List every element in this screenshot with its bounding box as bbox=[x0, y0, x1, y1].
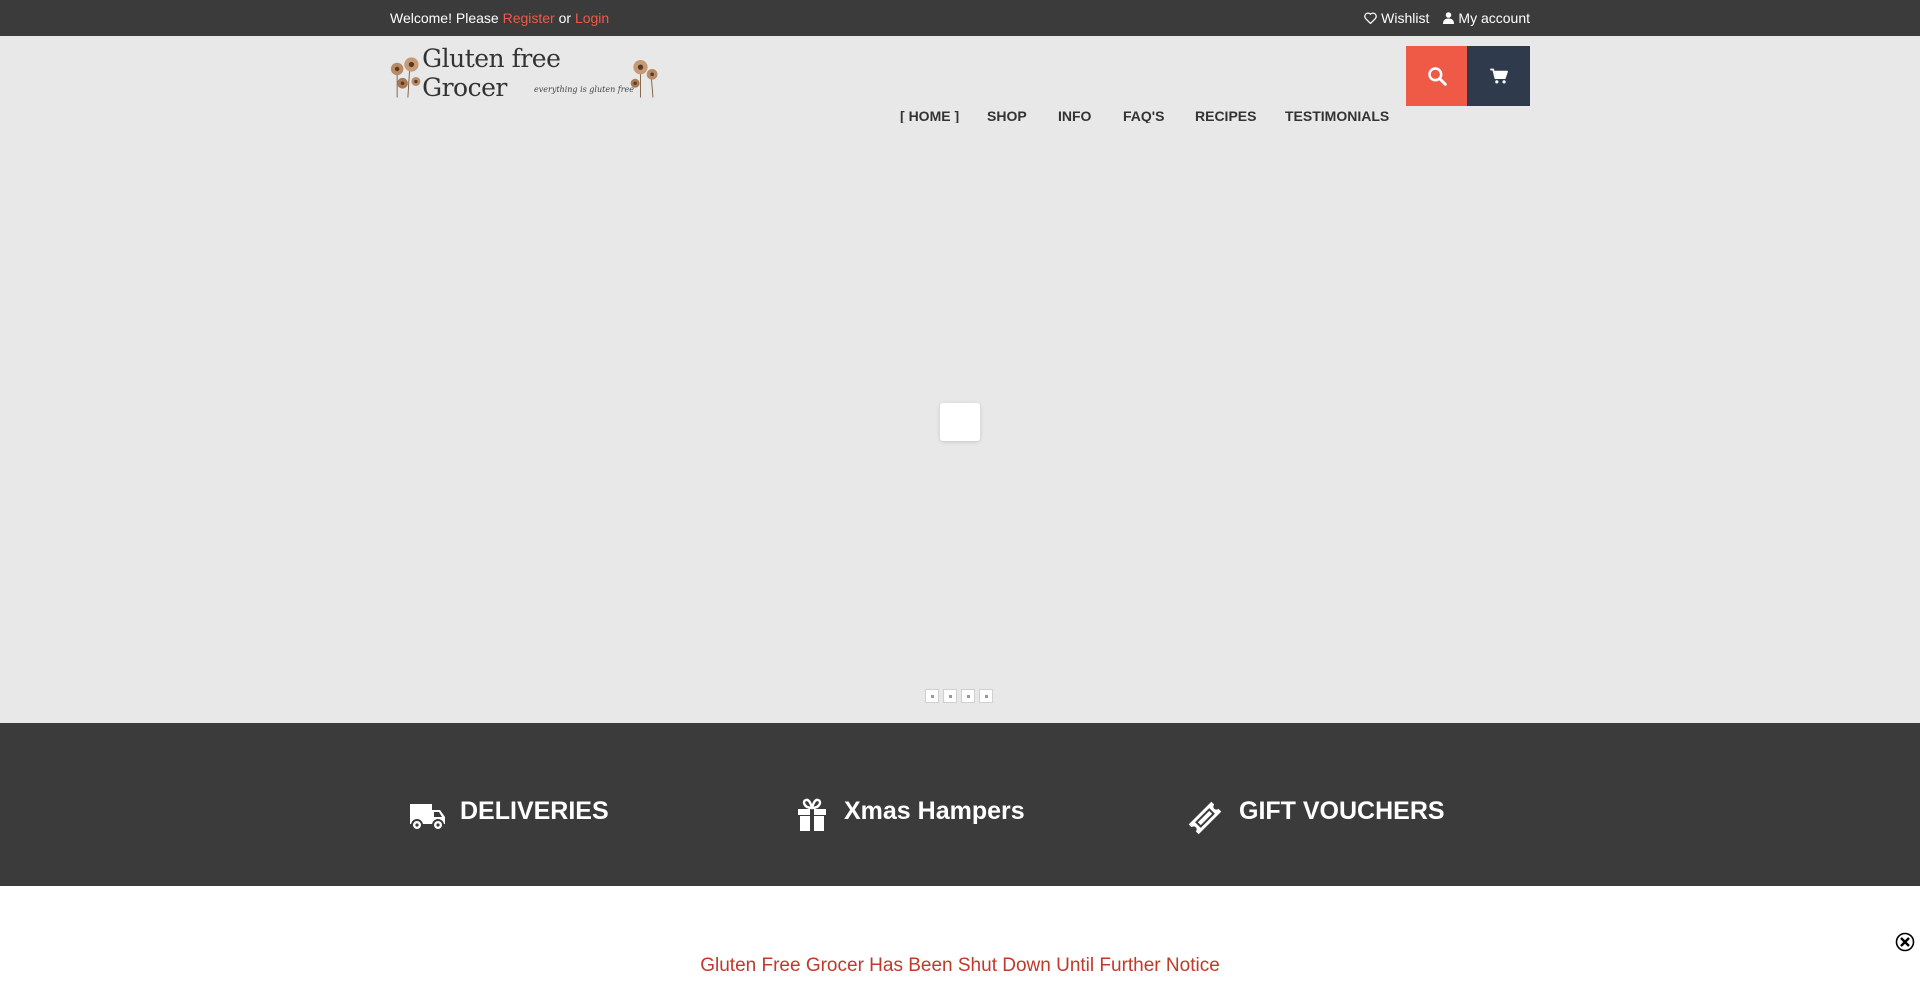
slider-dot-4[interactable] bbox=[979, 689, 993, 703]
nav-recipes[interactable]: RECIPES bbox=[1195, 108, 1256, 124]
top-bar: Welcome! Please Register or Login Wishli… bbox=[0, 0, 1920, 36]
wishlist-label: Wishlist bbox=[1381, 10, 1430, 26]
shutdown-notice: Gluten Free Grocer Has Been Shut Down Un… bbox=[700, 955, 1220, 976]
logo-tagline: everything is gluten free bbox=[534, 85, 635, 94]
welcome-prefix: Welcome! Please bbox=[390, 10, 499, 26]
register-link[interactable]: Register bbox=[503, 10, 555, 26]
nav-testimonials[interactable]: TESTIMONIALS bbox=[1285, 108, 1389, 124]
truck-icon bbox=[410, 804, 445, 831]
slider-dot-1[interactable] bbox=[925, 689, 939, 703]
user-icon bbox=[1443, 12, 1455, 24]
cart-button[interactable] bbox=[1467, 46, 1530, 106]
or-text: or bbox=[558, 10, 572, 26]
site-logo[interactable]: Gluten free Grocer everything is gluten … bbox=[390, 44, 660, 102]
search-button[interactable] bbox=[1406, 46, 1467, 106]
nav-home[interactable]: HOME bbox=[900, 108, 959, 124]
site-header: Gluten free Grocer everything is gluten … bbox=[0, 36, 1920, 124]
feature-gift-vouchers[interactable]: GIFT VOUCHERS bbox=[1185, 797, 1445, 838]
ticket-icon bbox=[1188, 801, 1222, 835]
login-link[interactable]: Login bbox=[575, 10, 609, 26]
hero-slider bbox=[0, 123, 1920, 723]
top-links: Wishlist My account bbox=[1364, 10, 1530, 26]
gift-icon bbox=[798, 798, 826, 831]
welcome-message: Welcome! Please Register or Login bbox=[390, 10, 609, 26]
account-label: My account bbox=[1458, 10, 1530, 26]
nav-info[interactable]: INFO bbox=[1058, 108, 1091, 124]
search-icon bbox=[1427, 67, 1447, 86]
close-icon[interactable] bbox=[1895, 932, 1915, 952]
feature-gift-vouchers-title: GIFT VOUCHERS bbox=[1239, 797, 1445, 825]
feature-xmas-hampers[interactable]: Xmas Hampers bbox=[794, 797, 1025, 832]
slider-dot-2[interactable] bbox=[943, 689, 957, 703]
feature-xmas-hampers-title: Xmas Hampers bbox=[844, 797, 1025, 825]
flowers-left-icon bbox=[390, 57, 421, 98]
slider-dot-3[interactable] bbox=[961, 689, 975, 703]
heart-icon bbox=[1364, 12, 1377, 24]
slider-pagination bbox=[925, 689, 993, 703]
feature-deliveries-title: DELIVERIES bbox=[460, 797, 609, 825]
nav-faqs[interactable]: FAQ'S bbox=[1123, 108, 1164, 124]
my-account-link[interactable]: My account bbox=[1443, 10, 1530, 26]
cart-icon bbox=[1489, 68, 1508, 84]
slider-loader bbox=[940, 403, 980, 441]
feature-deliveries[interactable]: DELIVERIES bbox=[406, 797, 609, 832]
wishlist-link[interactable]: Wishlist bbox=[1364, 10, 1429, 26]
nav-shop[interactable]: SHOP bbox=[987, 108, 1027, 124]
features-band: DELIVERIES Xmas Hampers GIFT VOUCHERS bbox=[0, 723, 1920, 886]
